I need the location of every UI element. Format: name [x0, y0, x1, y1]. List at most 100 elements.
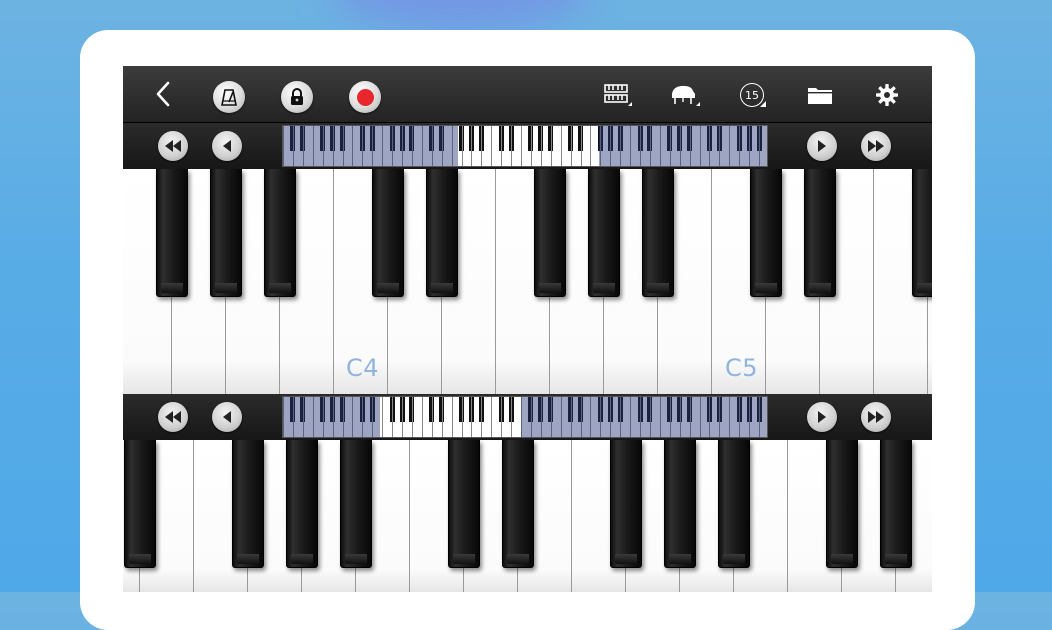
record-button[interactable]	[349, 81, 381, 113]
record-icon	[356, 88, 374, 106]
keyboard-layout-button[interactable]	[603, 82, 633, 108]
bottom-mini-keyboard[interactable]	[282, 396, 768, 438]
mini-key-divider	[421, 397, 423, 437]
top-mini-keyboard[interactable]	[282, 125, 768, 167]
top-play-button[interactable]	[807, 131, 837, 161]
black-key[interactable]	[448, 440, 480, 568]
black-key[interactable]	[286, 440, 318, 568]
fast-rewind-icon	[165, 140, 181, 152]
mini-key-divider	[392, 397, 394, 437]
mini-key-divider	[511, 126, 513, 166]
lock-icon	[291, 88, 303, 105]
lock-button[interactable]	[281, 81, 313, 113]
mini-shade-right	[521, 397, 767, 437]
black-key[interactable]	[264, 169, 296, 297]
black-key[interactable]	[426, 169, 458, 297]
top-fast-rewind-button[interactable]	[158, 131, 188, 161]
back-chevron-icon	[156, 81, 170, 107]
fast-forward-icon	[868, 411, 884, 423]
black-key[interactable]	[124, 440, 156, 568]
top-rewind-button[interactable]	[212, 131, 242, 161]
mini-key-divider	[580, 126, 582, 166]
black-key[interactable]	[502, 440, 534, 568]
instrument-button[interactable]	[669, 82, 701, 108]
mini-key-divider	[530, 126, 532, 166]
bottom-rewind-button[interactable]	[212, 402, 242, 432]
mini-key-divider	[550, 126, 552, 166]
mini-key-divider	[511, 397, 513, 437]
mini-key-divider	[411, 397, 413, 437]
mini-key-divider	[491, 397, 493, 437]
mini-key-divider	[491, 126, 493, 166]
keyboard-layout-icon	[604, 84, 632, 106]
folder-button[interactable]	[805, 82, 835, 108]
mini-key-divider	[540, 126, 542, 166]
mini-key-divider	[431, 397, 433, 437]
top-fast-forward-button[interactable]	[861, 131, 891, 161]
play-icon	[818, 411, 826, 423]
transpose-value: 15	[745, 88, 759, 102]
black-key[interactable]	[642, 169, 674, 297]
mini-key-divider	[451, 397, 453, 437]
dropdown-corner-icon	[760, 101, 766, 107]
mini-key-divider	[441, 397, 443, 437]
black-key[interactable]	[588, 169, 620, 297]
mini-key-divider	[461, 126, 463, 166]
back-button[interactable]	[149, 80, 177, 108]
toolbar: 15	[123, 66, 932, 123]
top-keyboard-navigator	[123, 123, 932, 169]
black-key[interactable]	[534, 169, 566, 297]
play-icon	[818, 140, 826, 152]
black-key[interactable]	[718, 440, 750, 568]
black-key[interactable]	[232, 440, 264, 568]
mini-key-divider	[481, 126, 483, 166]
note-label-c5: C5	[725, 354, 759, 382]
mini-key-divider	[382, 397, 384, 437]
bottom-fast-rewind-button[interactable]	[158, 402, 188, 432]
black-key[interactable]	[156, 169, 188, 297]
rewind-icon	[223, 411, 231, 423]
fast-forward-icon	[868, 140, 884, 152]
mini-shade-right	[598, 126, 767, 166]
top-piano-keyboard	[123, 169, 932, 394]
transpose-button[interactable]: 15	[737, 82, 767, 108]
black-key[interactable]	[750, 169, 782, 297]
mini-key-divider	[570, 126, 572, 166]
background-glow	[330, 0, 590, 30]
black-key[interactable]	[664, 440, 696, 568]
bottom-piano-keyboard	[123, 440, 932, 592]
mini-key-divider	[481, 397, 483, 437]
black-key[interactable]	[372, 169, 404, 297]
black-key[interactable]	[826, 440, 858, 568]
bottom-fast-forward-button[interactable]	[861, 402, 891, 432]
mini-key-divider	[471, 126, 473, 166]
fast-rewind-icon	[165, 411, 181, 423]
app-screen: 15 C4 C5	[123, 66, 932, 592]
gear-icon	[876, 84, 898, 106]
grand-piano-icon	[672, 85, 700, 106]
black-key[interactable]	[610, 440, 642, 568]
mini-key-divider	[471, 397, 473, 437]
note-label-c4: C4	[346, 354, 380, 382]
metronome-icon	[221, 89, 237, 106]
mini-key-divider	[402, 397, 404, 437]
mini-shade-left	[283, 126, 458, 166]
bottom-keyboard-navigator	[123, 394, 932, 440]
black-key[interactable]	[912, 169, 932, 297]
black-key[interactable]	[804, 169, 836, 297]
bottom-play-button[interactable]	[807, 402, 837, 432]
black-key[interactable]	[210, 169, 242, 297]
mini-shade-left	[283, 397, 381, 437]
rewind-icon	[223, 140, 231, 152]
mini-key-divider	[501, 397, 503, 437]
mini-key-divider	[501, 126, 503, 166]
settings-button[interactable]	[873, 82, 901, 108]
mini-key-divider	[560, 126, 562, 166]
mini-key-divider	[521, 126, 523, 166]
black-key[interactable]	[880, 440, 912, 568]
black-key[interactable]	[340, 440, 372, 568]
metronome-button[interactable]	[213, 81, 245, 113]
mini-key-divider	[590, 126, 592, 166]
folder-icon	[808, 88, 832, 104]
mini-key-divider	[461, 397, 463, 437]
